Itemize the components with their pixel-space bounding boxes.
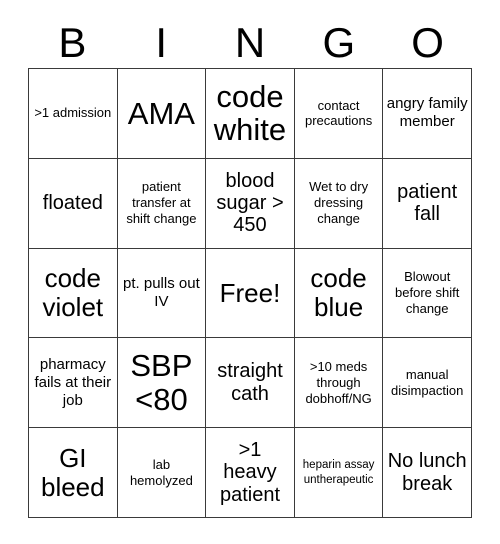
bingo-cell-r4c4[interactable]: >10 meds through dobhoff/NG [294, 338, 384, 429]
bingo-cell-label: SBP <80 [130, 348, 193, 417]
bingo-cell-r3c1[interactable]: code violet [29, 248, 118, 339]
bingo-cell-r2c1[interactable]: floated [29, 158, 118, 249]
bingo-cell-label: No lunch break [387, 450, 467, 495]
bingo-cell-r5c2[interactable]: lab hemolyzed [117, 428, 207, 518]
bingo-cell-r5c1[interactable]: GI bleed [29, 428, 118, 518]
bingo-cell-label: code blue [310, 263, 367, 322]
bingo-cell-r1c5[interactable]: angry family member [383, 69, 472, 159]
bingo-cell-label: patient transfer at shift change [126, 179, 197, 227]
bingo-header-letter-o: O [411, 19, 444, 66]
bingo-cell-label: angry family member [386, 95, 468, 131]
bingo-cell-label: contact precautions [304, 97, 373, 129]
bingo-cell-r4c3[interactable]: straight cath [206, 338, 295, 429]
bingo-cell-r3c4[interactable]: code blue [294, 248, 384, 339]
bingo-cell-r1c2[interactable]: AMA [117, 69, 207, 159]
bingo-cell-r3c2[interactable]: pt. pulls out IV [117, 248, 207, 339]
bingo-cell-r3c3[interactable]: Free! [206, 248, 295, 339]
bingo-cell-label: Blowout before shift change [395, 269, 460, 316]
bingo-cell-r1c4[interactable]: contact precautions [294, 69, 384, 159]
bingo-cell-r5c5[interactable]: No lunch break [383, 428, 472, 518]
bingo-header-letter-b: B [58, 19, 87, 66]
bingo-cell-r2c4[interactable]: Wet to dry dressing change [294, 158, 384, 249]
bingo-cell-label: GI bleed [40, 443, 105, 502]
bingo-card: B I N G O >1 admission AMA code white contact p… [0, 0, 500, 544]
bingo-cell-label: straight cath [217, 360, 283, 405]
bingo-cell-r2c2[interactable]: patient transfer at shift change [117, 158, 207, 249]
bingo-cell-label: code violet [42, 263, 104, 322]
bingo-cell-label: floated [42, 192, 103, 214]
bingo-cell-label: pharmacy fails at their job [34, 355, 112, 409]
bingo-cell-label: Free! [219, 277, 281, 308]
bingo-cell-r5c4[interactable]: heparin assay untherapeutic [294, 428, 384, 518]
bingo-grid: >1 admission AMA code white contact precaut… [28, 68, 472, 518]
bingo-cell-r4c2[interactable]: SBP <80 [117, 338, 207, 429]
bingo-header: BINGO [28, 18, 472, 68]
bingo-cell-label: >1 admission [34, 105, 112, 121]
bingo-header-letter-i: I [155, 19, 168, 66]
bingo-cell-label: patient fall [397, 180, 458, 226]
bingo-cell-label: code white [213, 78, 287, 148]
bingo-cell-r1c3[interactable]: code white [206, 69, 295, 159]
bingo-cell-label: Wet to dry dressing change [309, 179, 369, 227]
bingo-cell-label: heparin assay untherapeutic [302, 459, 375, 486]
bingo-cell-label: blood sugar > 450 [216, 169, 284, 237]
bingo-cell-r4c1[interactable]: pharmacy fails at their job [29, 338, 118, 429]
bingo-cell-label: >10 meds through dobhoff/NG [305, 359, 372, 406]
bingo-cell-label: lab hemolyzed [129, 456, 193, 488]
bingo-cell-label: >1 heavy patient [219, 439, 281, 506]
bingo-cell-r2c5[interactable]: patient fall [383, 158, 472, 249]
bingo-header-letter-g: G [322, 19, 356, 66]
bingo-header-letter-n: N [234, 19, 266, 66]
bingo-cell-r5c3[interactable]: >1 heavy patient [206, 428, 295, 518]
bingo-cell-r2c3[interactable]: blood sugar > 450 [206, 158, 295, 249]
bingo-cell-label: pt. pulls out IV [123, 274, 200, 310]
bingo-cell-label: manual disimpaction [391, 366, 464, 398]
bingo-cell-r3c5[interactable]: Blowout before shift change [383, 248, 472, 339]
bingo-cell-r1c1[interactable]: >1 admission [29, 69, 118, 159]
bingo-cell-r4c5[interactable]: manual disimpaction [383, 338, 472, 429]
bingo-cell-label: AMA [127, 95, 195, 131]
